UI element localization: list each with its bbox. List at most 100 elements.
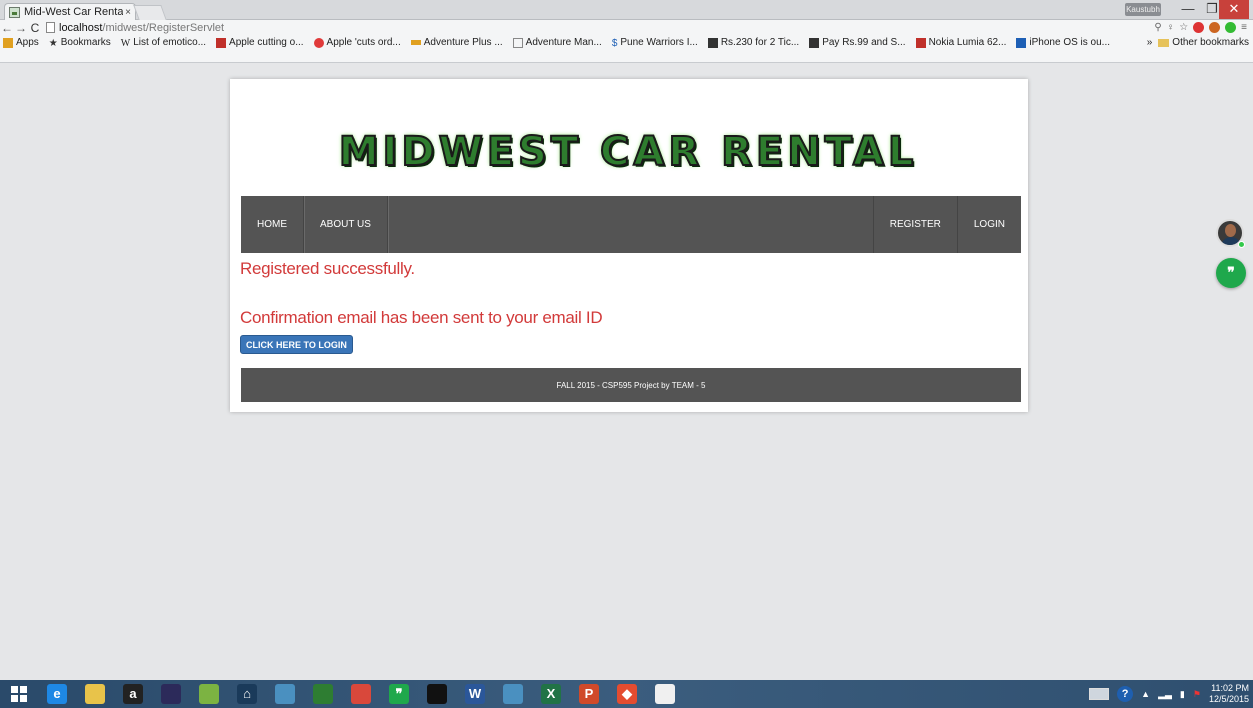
confirmation-email-message: Confirmation email has been sent to your… (240, 308, 603, 327)
login-button[interactable]: CLICK HERE TO LOGIN (240, 335, 353, 354)
taskbar-hangouts-button[interactable]: ❞ (384, 682, 414, 706)
star-icon: ★ (48, 37, 58, 49)
bookmark-star-icon[interactable]: ☆ (1179, 22, 1188, 33)
bookmark-item[interactable]: ★ Bookmarks (48, 37, 111, 49)
page-container: MIDWEST CAR RENTAL HOME ABOUT US REGISTE… (230, 79, 1028, 412)
tab-close-icon[interactable]: × (125, 7, 131, 18)
clock[interactable]: 11:02 PM 12/5/2015 (1209, 683, 1249, 705)
git-icon: ◆ (617, 684, 637, 704)
url-path: /midwest/RegisterServlet (102, 21, 225, 34)
more-bookmarks-chevron-icon[interactable]: » (1147, 37, 1153, 48)
hangouts-quote-icon[interactable]: ❞ (1216, 258, 1246, 288)
site-logo[interactable]: MIDWEST CAR RENTAL (333, 128, 923, 176)
forward-arrow-icon[interactable]: → (14, 21, 28, 35)
news-site-icon (216, 37, 227, 48)
pinterest-icon[interactable] (1209, 22, 1221, 33)
help-icon[interactable]: ? (1117, 686, 1134, 702)
photos-icon (275, 684, 295, 704)
taskbar-chrome-button[interactable] (346, 682, 376, 706)
page-icon (46, 22, 55, 33)
signal-icon[interactable]: ▂▃ (1158, 689, 1172, 700)
taskbar-word-button[interactable]: W (460, 682, 490, 706)
taskbar-excel-button[interactable]: X (536, 682, 566, 706)
bookmark-item[interactable]: Adventure Plus ... (410, 37, 503, 48)
deal-site-icon (809, 37, 820, 48)
keyboard-icon[interactable] (1089, 688, 1110, 700)
bookmark-item[interactable]: Apple 'cuts ord... (313, 37, 401, 48)
close-window-button[interactable]: ✕ (1219, 0, 1249, 19)
nav-about-us[interactable]: ABOUT US (304, 196, 388, 253)
start-button[interactable] (4, 682, 34, 706)
minimize-window-button[interactable]: — (1175, 0, 1201, 19)
taskbar-file-explorer-button[interactable] (80, 682, 110, 706)
bookmark-item[interactable]: iPhone OS is ou... (1016, 37, 1110, 48)
chrome-icon (351, 684, 371, 704)
profile-button[interactable]: Kaustubh (1125, 3, 1161, 16)
windows-taskbar: e a ⌂ ❞ W X P ◆ (0, 680, 1253, 708)
site-navbar: HOME ABOUT US REGISTER LOGIN (241, 196, 1021, 253)
notification-flag-icon[interactable]: ⚑ (1193, 689, 1201, 700)
zoom-icon[interactable]: ⚲ (1154, 22, 1161, 33)
other-bookmarks[interactable]: » Other bookmarks (1147, 37, 1249, 48)
bookmark-item[interactable]: W List of emotico... (120, 37, 206, 49)
logo-text: MIDWEST CAR RENTAL (338, 128, 918, 176)
taskbar-apps: e a ⌂ ❞ W X P ◆ (38, 682, 684, 706)
bookmark-item[interactable]: $ Pune Warriors I... (611, 37, 698, 49)
bookmark-item[interactable]: Nokia Lumia 62... (915, 37, 1006, 48)
taskbar-java-button[interactable] (650, 682, 680, 706)
deal-site-icon (707, 37, 718, 48)
news-site-icon (313, 37, 324, 48)
taskbar-eclipse-button[interactable] (156, 682, 186, 706)
bookmark-item[interactable]: Apps (3, 37, 39, 48)
windows-logo-icon (11, 686, 27, 702)
taskbar-people-button[interactable] (308, 682, 338, 706)
extension-play-icon[interactable] (1225, 22, 1237, 33)
taskbar-photos-button[interactable] (270, 682, 300, 706)
taskbar-internet-explorer-button[interactable]: e (42, 682, 72, 706)
file-explorer-icon (85, 684, 105, 704)
new-tab-button[interactable] (133, 5, 167, 20)
taskbar-home-button[interactable]: ⌂ (232, 682, 262, 706)
bookmark-item[interactable]: Rs.230 for 2 Tic... (707, 37, 799, 48)
registration-success-message: Registered successfully. (240, 259, 415, 278)
battery-icon[interactable]: ▮ (1180, 689, 1185, 700)
word-icon: W (465, 684, 485, 704)
amazon-icon: a (123, 684, 143, 704)
taskbar-amazon-button[interactable]: a (118, 682, 148, 706)
internet-explorer-icon: e (47, 684, 67, 704)
back-arrow-icon[interactable]: ← (0, 21, 14, 35)
taskbar-paint-button[interactable] (194, 682, 224, 706)
reload-icon[interactable]: C (28, 21, 42, 35)
powerpoint-icon: P (579, 684, 599, 704)
eclipse-icon (161, 684, 181, 704)
bookmarks-bar: Apps ★ Bookmarks W List of emotico... Appl… (0, 35, 1253, 63)
menu-icon[interactable]: ≡ (1241, 22, 1247, 33)
taskbar-powerpoint-button[interactable]: P (574, 682, 604, 706)
taskbar-command-prompt-button[interactable] (422, 682, 452, 706)
clock-time: 11:02 PM (1211, 683, 1249, 693)
taskbar-git-button[interactable]: ◆ (612, 682, 642, 706)
wikipedia-icon: W (120, 37, 131, 49)
people-icon (313, 684, 333, 704)
address-bar-row: ← → C localhost /midwest/RegisterServlet… (0, 20, 1253, 35)
nav-login[interactable]: LOGIN (956, 196, 1021, 253)
bookmark-item[interactable]: Apple cutting o... (216, 37, 304, 48)
show-hidden-icons-chevron-icon[interactable]: ▲ (1141, 689, 1150, 699)
taskbar-onenote-button[interactable] (498, 682, 528, 706)
hangouts-icon: ❞ (389, 684, 409, 704)
bookmark-item[interactable]: Adventure Man... (512, 37, 602, 48)
adblock-icon[interactable] (1193, 22, 1205, 33)
url-input[interactable]: localhost /midwest/RegisterServlet (46, 21, 1154, 34)
translate-icon[interactable]: ♀ (1167, 22, 1175, 33)
extension-icons: ⚲ ♀ ☆ ≡ (1154, 22, 1253, 33)
sports-site-icon: $ (611, 37, 618, 49)
home-icon: ⌂ (237, 684, 257, 704)
nav-home[interactable]: HOME (241, 196, 304, 253)
bookmark-item[interactable]: Pay Rs.99 and S... (809, 37, 906, 48)
avatar-head (1225, 224, 1236, 237)
site-favicon-icon (9, 6, 20, 18)
browser-tab[interactable]: Mid-West Car Rental × (4, 3, 136, 20)
system-tray: ? ▲ ▂▃ ▮ ⚑ 11:02 PM 12/5/2015 (1089, 680, 1249, 708)
nav-register[interactable]: REGISTER (872, 196, 957, 253)
online-status-dot (1238, 241, 1245, 248)
